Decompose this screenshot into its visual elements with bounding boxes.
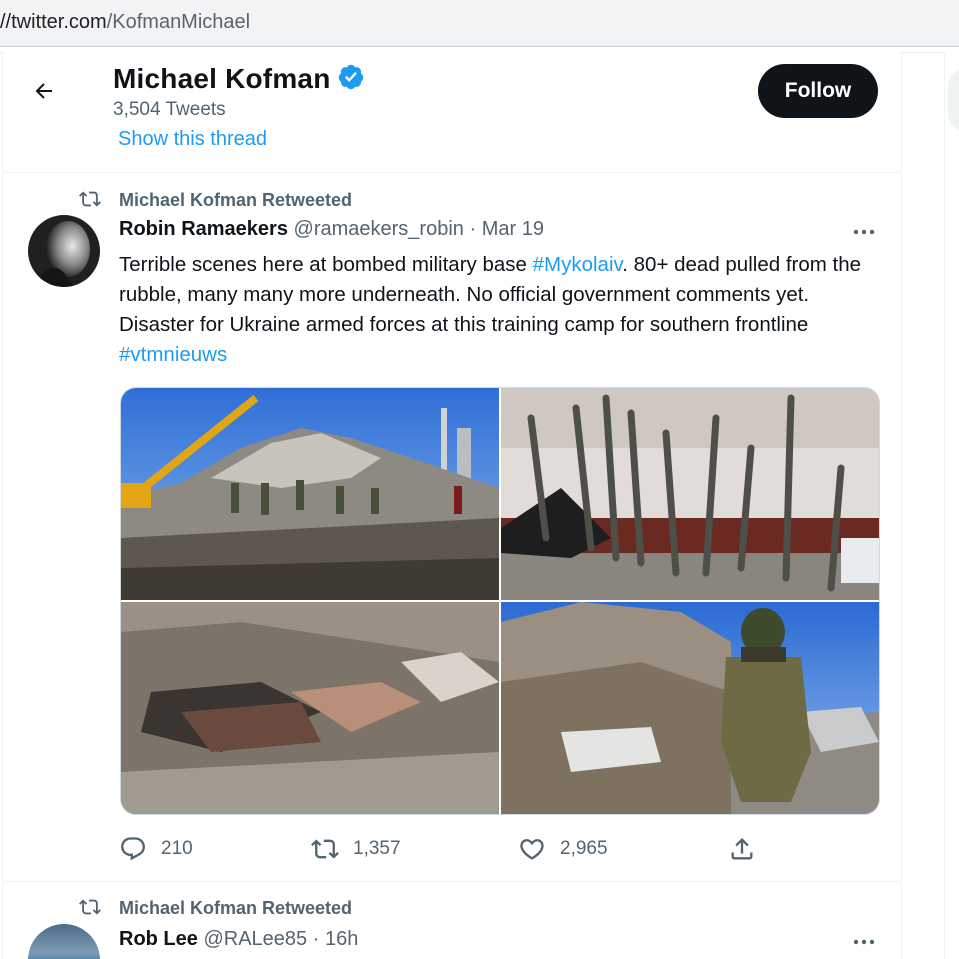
sidebar-search-pill[interactable]: [948, 70, 959, 130]
retweet-context: Michael Kofman Retweeted: [3, 896, 901, 920]
follow-button[interactable]: Follow: [758, 64, 878, 118]
url-text[interactable]: //twitter.com/KofmanMichael: [0, 11, 250, 34]
profile-header: Michael Kofman 3,504 Tweets Follow: [3, 52, 901, 132]
tweet-count: 3,504 Tweets: [113, 99, 226, 120]
retweet-context: Michael Kofman Retweeted: [3, 188, 901, 212]
retweeted-by-label[interactable]: Michael Kofman Retweeted: [119, 898, 352, 919]
right-sidebar-edge: [944, 52, 959, 959]
more-options-button[interactable]: [849, 932, 879, 952]
more-dots-icon: [853, 939, 875, 945]
avatar[interactable]: [28, 924, 100, 959]
profile-name: Michael Kofman: [113, 63, 365, 95]
photo-rifles-wall[interactable]: [501, 388, 879, 600]
browser-address-bar[interactable]: //twitter.com/KofmanMichael: [0, 0, 959, 47]
share-button[interactable]: [728, 832, 756, 866]
tweet-header: Rob Lee @RALee85 · 16h: [119, 928, 358, 951]
reply-icon: [121, 837, 145, 861]
timeline-column: Michael Kofman 3,504 Tweets Follow Show …: [2, 52, 902, 959]
show-thread-link[interactable]: Show this thread: [118, 124, 267, 148]
media-grid: [120, 387, 880, 815]
verified-badge-icon: [338, 64, 363, 90]
retweet-count: 1,357: [353, 838, 401, 859]
author-name[interactable]: Robin Ramaekers: [119, 218, 288, 240]
avatar-image: [28, 215, 100, 287]
reply-button[interactable]: 210: [119, 832, 193, 866]
divider: [3, 172, 901, 173]
back-button[interactable]: [25, 72, 63, 110]
heart-icon: [520, 839, 544, 860]
share-icon: [731, 838, 753, 860]
tweet-header: Robin Ramaekers @ramaekers_robin · Mar 1…: [119, 218, 544, 241]
like-button[interactable]: 2,965: [518, 832, 608, 866]
author-name[interactable]: Rob Lee: [119, 928, 198, 950]
photo-soldier-debris[interactable]: [501, 602, 879, 814]
separator-dot: ·: [469, 218, 477, 240]
hashtag-mykolaiv[interactable]: #Mykolaiv: [533, 253, 623, 276]
hashtag-vtmnieuws[interactable]: #vtmnieuws: [119, 343, 227, 366]
arrow-left-icon: [35, 83, 52, 99]
more-dots-icon: [853, 229, 875, 235]
retweet-button[interactable]: 1,357: [311, 832, 401, 866]
like-count: 2,965: [560, 838, 608, 859]
author-handle[interactable]: @RALee85: [203, 928, 307, 950]
photo-body-rubble[interactable]: [121, 602, 499, 814]
divider: [3, 881, 901, 882]
retweet-icon: [79, 899, 101, 915]
tweet-actions: 210 1,357 2,965: [119, 832, 879, 866]
retweeted-by-label[interactable]: Michael Kofman Retweeted: [119, 190, 352, 211]
author-handle[interactable]: @ramaekers_robin: [294, 218, 464, 240]
retweet-icon: [311, 839, 339, 859]
tweet-time[interactable]: 16h: [325, 928, 358, 950]
tweet-time[interactable]: Mar 19: [482, 218, 544, 240]
reply-count: 210: [161, 838, 193, 859]
avatar[interactable]: [28, 215, 100, 287]
separator-dot: ·: [312, 928, 320, 950]
more-options-button[interactable]: [849, 222, 879, 242]
tweet-text: Terrible scenes here at bombed military …: [119, 253, 862, 366]
retweet-icon: [79, 191, 101, 207]
photo-rubble-crane[interactable]: [121, 388, 499, 600]
